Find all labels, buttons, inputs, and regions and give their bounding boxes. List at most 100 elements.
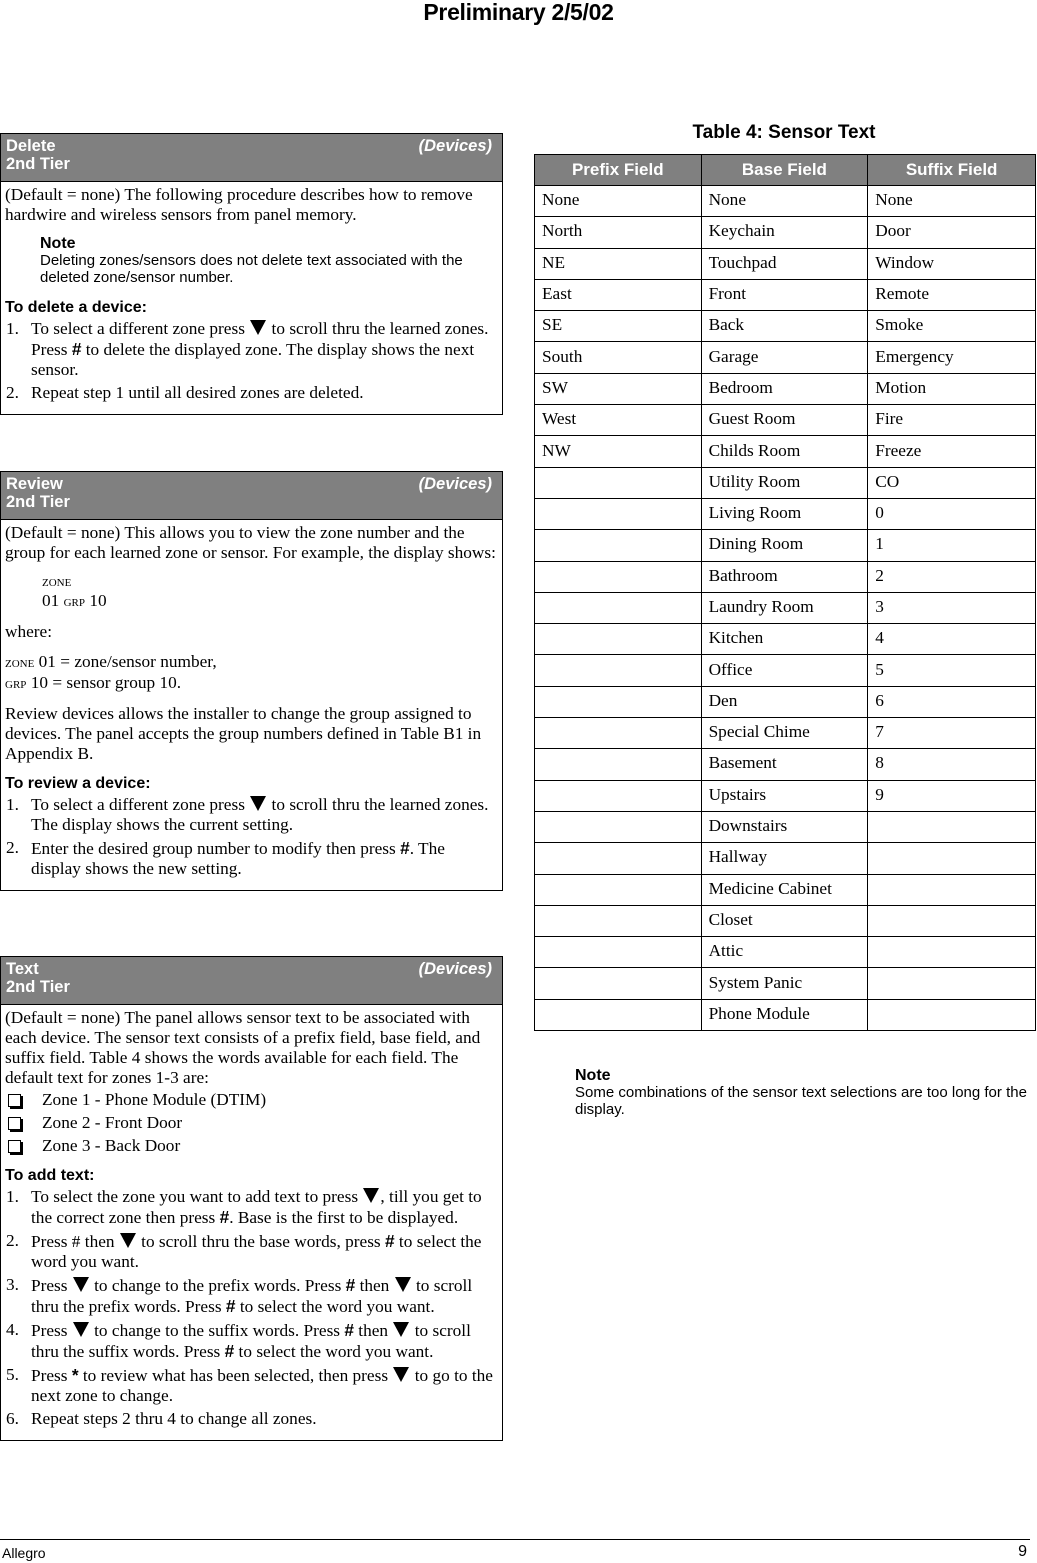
section-header: Delete 2nd Tier (Devices) <box>1 134 502 182</box>
checkbox-bullet-icon <box>8 1094 21 1107</box>
column-header-prefix: Prefix Field <box>534 154 702 186</box>
delete-devices-section: Delete 2nd Tier (Devices) (Default = non… <box>0 133 503 415</box>
prefix-cell <box>534 466 702 499</box>
footer-product-name: Allegro <box>2 1545 46 1561</box>
suffix-cell: Smoke <box>867 310 1036 343</box>
base-cell: Hallway <box>700 842 869 875</box>
note-text: Deleting zones/sensors does not delete t… <box>40 252 463 286</box>
step-text: to review what has been selected, then p… <box>78 1366 393 1385</box>
step-text: Press <box>31 1276 72 1295</box>
checkbox-bullet-icon <box>8 1117 21 1130</box>
suffix-cell: Motion <box>867 372 1036 406</box>
section-tier: 2nd Tier <box>6 155 70 173</box>
page-number: 9 <box>1018 1543 1027 1560</box>
step: 3. Press to change to the prefix words. P… <box>5 1275 497 1317</box>
step-text: To select the zone you want to add text … <box>31 1187 363 1206</box>
table-row: East Front Remote <box>534 278 1036 312</box>
step-text: Press <box>31 1366 72 1385</box>
section-intro: (Default = none) The panel allows sensor… <box>5 1008 481 1087</box>
section-intro: (Default = none) This allows you to view… <box>5 523 496 562</box>
suffix-cell: 9 <box>867 779 1036 812</box>
step-text: then <box>355 1276 394 1295</box>
base-cell: Attic <box>700 936 869 969</box>
prefix-cell <box>534 591 702 625</box>
step-number: 2. <box>6 838 19 857</box>
hash-key: # <box>225 1296 236 1316</box>
down-arrow-key-icon <box>393 1367 410 1382</box>
note: Note Deleting zones/sensors does not del… <box>40 235 497 286</box>
step-text: to select the word you want. <box>234 1342 434 1361</box>
section-category: (Devices) <box>418 475 492 493</box>
suffix-cell: 0 <box>867 497 1036 531</box>
suffix-cell: 4 <box>867 623 1036 656</box>
procedure-steps: 1. To select the zone you want to add tex… <box>5 1187 497 1429</box>
prefix-cell: North <box>534 216 702 249</box>
table-row: Utility Room CO <box>534 466 1036 499</box>
section-tier: 2nd Tier <box>6 978 70 996</box>
hash-key: # <box>224 1341 235 1361</box>
table-row: NW Childs Room Freeze <box>534 435 1036 468</box>
prefix-cell: None <box>534 184 702 218</box>
display-zone-label: ZONE <box>42 574 72 590</box>
suffix-cell: Remote <box>867 278 1036 312</box>
down-arrow-key-icon <box>394 1277 411 1292</box>
definitions: ZONE 01 = zone/sensor number, GRP 10 = s… <box>5 652 497 694</box>
checkbox-bullet-icon <box>8 1140 21 1153</box>
table-row: West Guest Room Fire <box>534 404 1036 437</box>
table-row: Attic <box>534 936 1036 969</box>
step-number: 2. <box>6 383 19 402</box>
prefix-cell: SW <box>534 372 702 406</box>
prefix-cell <box>534 529 702 562</box>
step-number: 4. <box>6 1320 19 1339</box>
list-item-text: Zone 3 - Back Door <box>42 1136 181 1155</box>
step: 1. To select the zone you want to add tex… <box>5 1187 497 1228</box>
base-cell: Guest Room <box>700 404 869 437</box>
base-cell: Garage <box>700 341 869 374</box>
down-arrow-key-icon <box>72 1322 89 1337</box>
step-text: to change to the suffix words. Press <box>89 1321 345 1340</box>
list-item: Zone 1 - Phone Module (DTIM) <box>5 1090 497 1110</box>
suffix-cell: Window <box>867 247 1036 280</box>
step-number: 1. <box>6 1187 19 1206</box>
section-category: (Devices) <box>418 137 492 155</box>
prefix-cell: NW <box>534 435 702 468</box>
step: 2. Enter the desired group number to modi… <box>5 838 497 879</box>
base-cell: Bedroom <box>700 372 869 406</box>
def-grp-label: GRP <box>5 676 27 692</box>
star-key: * <box>71 1365 79 1385</box>
procedure-title: To review a device: <box>5 775 151 792</box>
base-cell: Front <box>700 278 869 312</box>
step: 5. Press * to review what has been select… <box>5 1365 497 1406</box>
table-row: Living Room 0 <box>534 497 1036 531</box>
table-title: Table 4: Sensor Text <box>692 122 876 143</box>
down-arrow-key-icon <box>393 1322 410 1337</box>
base-cell: Downstairs <box>700 810 869 844</box>
base-cell: None <box>700 184 869 218</box>
prefix-cell <box>534 967 702 1000</box>
prefix-cell: East <box>534 278 702 312</box>
suffix-cell: 5 <box>867 654 1036 687</box>
list-item: Zone 3 - Back Door <box>5 1136 497 1156</box>
base-cell: Bathroom <box>700 560 869 593</box>
suffix-cell: 1 <box>867 529 1036 562</box>
prefix-cell <box>534 904 702 938</box>
down-arrow-key-icon <box>119 1233 136 1248</box>
procedure-steps: 1. To select a different zone press to sc… <box>5 319 497 403</box>
table-row: Closet <box>534 904 1036 938</box>
note-title: Note <box>575 1067 611 1084</box>
table-row: SW Bedroom Motion <box>534 372 1036 406</box>
suffix-cell: 6 <box>867 685 1036 719</box>
list-item-text: Zone 1 - Phone Module (DTIM) <box>42 1090 267 1109</box>
down-arrow-key-icon <box>72 1277 89 1292</box>
list-item: Zone 2 - Front Door <box>5 1113 497 1133</box>
prefix-cell <box>534 998 702 1032</box>
table-row: South Garage Emergency <box>534 341 1036 374</box>
default-zone-text-list: Zone 1 - Phone Module (DTIM) Zone 2 - Fr… <box>5 1090 497 1156</box>
prefix-cell <box>534 560 702 593</box>
base-cell: Living Room <box>700 497 869 531</box>
suffix-cell <box>867 967 1036 1000</box>
suffix-cell: CO <box>867 466 1036 499</box>
step-text: Enter the desired group number to modify… <box>31 839 401 858</box>
where-label: where: <box>5 622 53 641</box>
base-cell: Kitchen <box>700 623 869 656</box>
